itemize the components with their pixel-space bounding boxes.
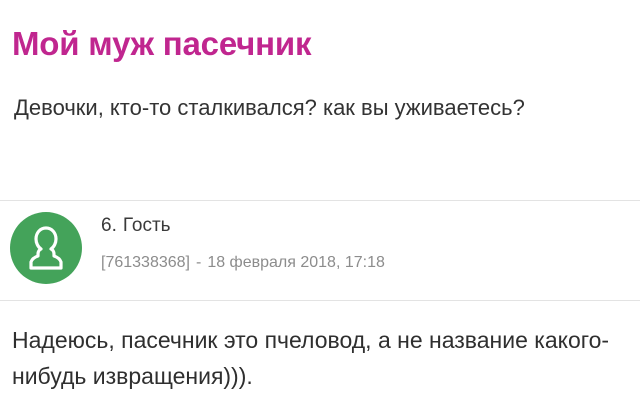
divider <box>0 300 640 301</box>
comment-number: 6. <box>101 215 117 236</box>
comment-meta: [761338368] -18 февраля 2018, 17:18 <box>101 252 385 274</box>
forum-page: Мой муж пасечник Девочки, кто-то сталкив… <box>0 0 640 406</box>
comment-text: Надеюсь, пасечник это пчеловод, а не наз… <box>12 327 610 389</box>
post-title: Мой муж пасечник <box>12 25 312 62</box>
post-body: Девочки, кто-то сталкивался? как вы ужив… <box>14 95 525 120</box>
comment-date: 18 февраля 2018, 17:18 <box>207 254 385 271</box>
comment-header: 6. Гость [761338368] -18 февраля 2018, 17:… <box>10 208 610 288</box>
divider <box>0 200 640 201</box>
user-silhouette-icon <box>29 226 63 270</box>
avatar[interactable] <box>10 212 82 284</box>
meta-separator: - <box>195 254 202 271</box>
author-name[interactable]: Гость <box>123 215 171 236</box>
comment-id[interactable]: [761338368] <box>101 254 190 271</box>
comment-author: 6. Гость <box>101 214 171 238</box>
